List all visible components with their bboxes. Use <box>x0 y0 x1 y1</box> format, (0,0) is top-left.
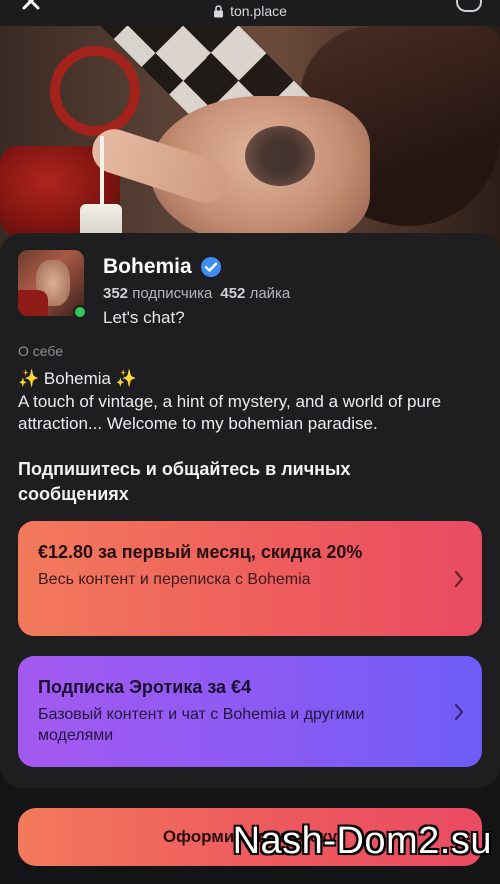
plan-description: Весь контент и переписка с Bohemia <box>38 571 311 588</box>
likes-stat: 452 лайка <box>220 285 291 302</box>
profile-stats: 352 подписчика 452 лайка <box>103 285 290 302</box>
plan-card-discount[interactable]: €12.80 за первый месяц, скидка 20% Весь … <box>18 521 482 636</box>
verified-icon <box>200 256 222 278</box>
plan-card-erotica[interactable]: Подписка Эротика за €4 Базовый контент и… <box>18 656 482 767</box>
chevron-right-icon <box>454 570 464 588</box>
url-text: ton.place <box>230 3 287 19</box>
subscribe-heading: Подпишитесь и общайтесь в личных сообщен… <box>18 459 351 504</box>
address-bar[interactable]: ton.place <box>213 3 287 19</box>
sparkles-icon: ✨ <box>115 369 137 388</box>
profile-name-row: Bohemia <box>103 255 222 279</box>
watermark: Nash-Dom2.su <box>232 820 492 862</box>
bio-headline: ✨ Bohemia ✨ <box>18 369 137 388</box>
profile-name: Bohemia <box>103 255 192 278</box>
subscribers-stat: 352 подписчика <box>103 285 213 302</box>
plan-title: Подписка Эротика за €4 <box>38 677 252 697</box>
chevron-right-icon <box>454 703 464 721</box>
online-indicator <box>73 305 87 319</box>
lock-icon <box>213 4 224 18</box>
about-label: О себе <box>18 343 64 359</box>
browser-bar: ton.place <box>0 0 500 26</box>
sparkles-icon: ✨ <box>18 369 40 388</box>
close-icon[interactable] <box>20 0 48 14</box>
bio-text: A touch of vintage, a hint of mystery, a… <box>18 392 442 433</box>
tabs-icon[interactable] <box>456 0 482 12</box>
plan-description: Базовый контент и чат с Bohemia и другим… <box>38 706 365 744</box>
profile-card: Bohemia 352 подписчика 452 лайка Let's c… <box>0 233 500 788</box>
plan-title: €12.80 за первый месяц, скидка 20% <box>38 542 363 562</box>
profile-status: Let's chat? <box>103 308 185 327</box>
